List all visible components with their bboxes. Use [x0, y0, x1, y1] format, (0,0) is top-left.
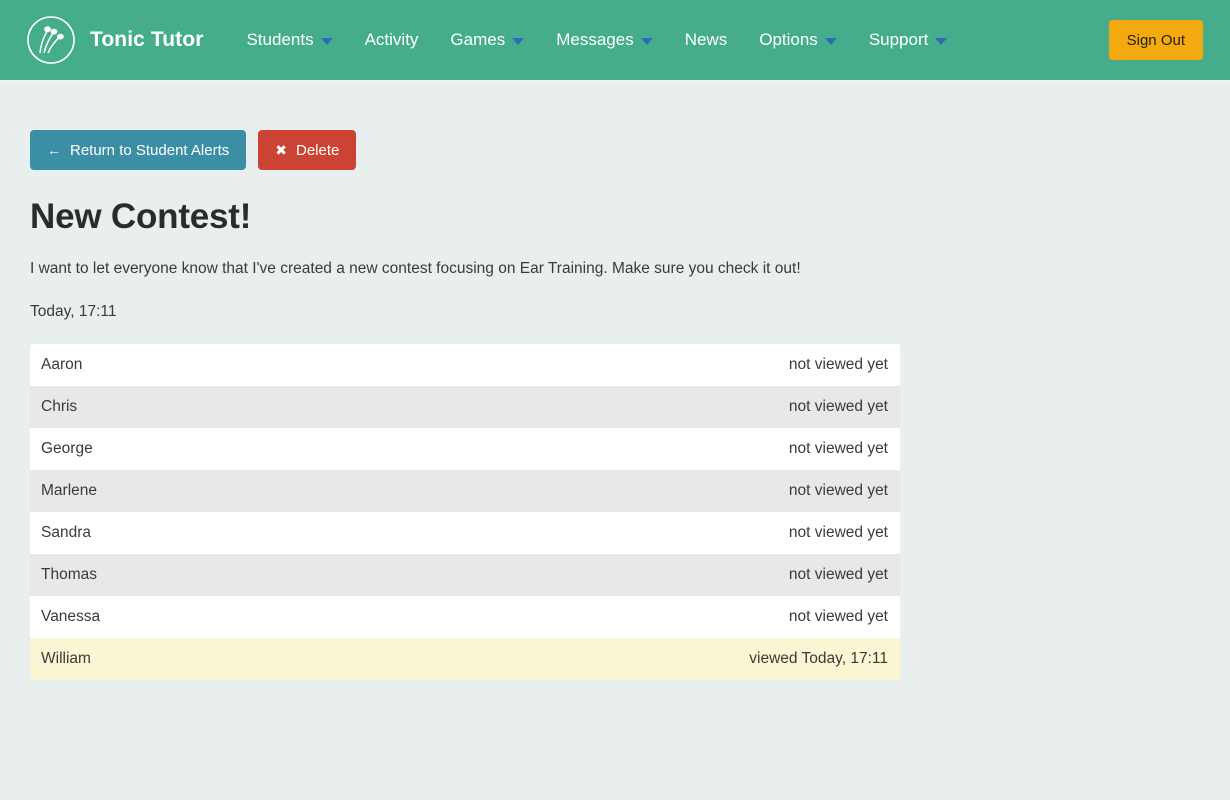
chevron-down-icon	[641, 38, 653, 45]
chevron-down-icon	[825, 38, 837, 45]
recipient-status: viewed Today, 17:11	[749, 650, 888, 668]
nav-item-news[interactable]: News	[669, 0, 744, 80]
table-row[interactable]: Sandra not viewed yet	[30, 512, 900, 554]
nav-item-support[interactable]: Support	[853, 0, 964, 80]
alert-body-text: I want to let everyone know that I've cr…	[30, 258, 1200, 280]
recipient-status: not viewed yet	[789, 608, 888, 626]
table-row[interactable]: Aaron not viewed yet	[30, 344, 900, 386]
recipient-status: not viewed yet	[789, 440, 888, 458]
recipient-status: not viewed yet	[789, 482, 888, 500]
main-navbar: Tonic Tutor Students Activity Games Mess…	[0, 0, 1230, 80]
nav-item-games[interactable]: Games	[434, 0, 540, 80]
action-bar: ← Return to Student Alerts ✖ Delete	[30, 130, 1200, 170]
chevron-down-icon	[321, 38, 333, 45]
recipient-status: not viewed yet	[789, 398, 888, 416]
recipient-name: Aaron	[41, 356, 82, 374]
table-row[interactable]: William viewed Today, 17:11	[30, 638, 900, 680]
nav-item-options[interactable]: Options	[743, 0, 853, 80]
chevron-down-icon	[512, 38, 524, 45]
sign-out-button[interactable]: Sign Out	[1109, 20, 1203, 60]
cross-icon: ✖	[275, 143, 287, 157]
brand-group[interactable]: Tonic Tutor	[26, 15, 203, 65]
tonic-tutor-logo-icon	[26, 15, 76, 65]
delete-button[interactable]: ✖ Delete	[258, 130, 356, 170]
table-row[interactable]: Marlene not viewed yet	[30, 470, 900, 512]
nav-item-label: Options	[759, 30, 818, 50]
recipient-name: William	[41, 650, 91, 668]
recipient-name: Thomas	[41, 566, 97, 584]
recipient-name: Chris	[41, 398, 77, 416]
return-to-student-alerts-button[interactable]: ← Return to Student Alerts	[30, 130, 246, 170]
nav-item-label: Students	[246, 30, 313, 50]
recipient-status: not viewed yet	[789, 524, 888, 542]
nav-item-messages[interactable]: Messages	[540, 0, 668, 80]
recipient-status: not viewed yet	[789, 566, 888, 584]
nav-item-label: Games	[450, 30, 505, 50]
nav-item-label: News	[685, 30, 728, 50]
recipient-status: not viewed yet	[789, 356, 888, 374]
return-button-label: Return to Student Alerts	[70, 142, 229, 159]
chevron-down-icon	[935, 38, 947, 45]
brand-name: Tonic Tutor	[90, 28, 203, 52]
arrow-left-icon: ←	[47, 143, 61, 157]
recipient-name: Sandra	[41, 524, 91, 542]
recipient-name: George	[41, 440, 93, 458]
table-row[interactable]: Vanessa not viewed yet	[30, 596, 900, 638]
table-row[interactable]: Chris not viewed yet	[30, 386, 900, 428]
nav-item-students[interactable]: Students	[230, 0, 348, 80]
table-row[interactable]: Thomas not viewed yet	[30, 554, 900, 596]
nav-item-activity[interactable]: Activity	[349, 0, 435, 80]
alert-timestamp: Today, 17:11	[30, 303, 1200, 321]
nav-item-label: Support	[869, 30, 929, 50]
table-row[interactable]: George not viewed yet	[30, 428, 900, 470]
nav-item-label: Activity	[365, 30, 419, 50]
page-content: ← Return to Student Alerts ✖ Delete New …	[0, 80, 1230, 680]
page-title: New Contest!	[30, 197, 1200, 237]
delete-button-label: Delete	[296, 142, 339, 159]
nav-links: Students Activity Games Messages News Op…	[230, 0, 963, 80]
recipient-name: Marlene	[41, 482, 97, 500]
nav-item-label: Messages	[556, 30, 633, 50]
recipient-name: Vanessa	[41, 608, 100, 626]
recipient-list: Aaron not viewed yet Chris not viewed ye…	[30, 344, 900, 680]
